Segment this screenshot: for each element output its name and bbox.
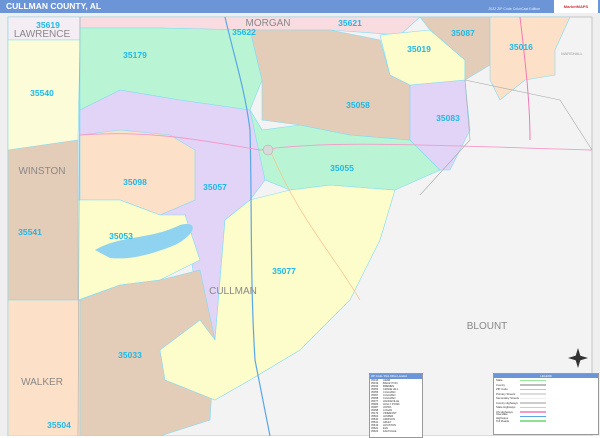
zip-label: 35504 (47, 420, 71, 430)
zip-label: 35033 (118, 350, 142, 360)
zip-label: 35053 (109, 231, 133, 241)
legend-swatch (520, 384, 546, 386)
zip-label: 35541 (18, 227, 42, 237)
legend-item-label: Primary Streets (496, 391, 516, 396)
zip-label: 35057 (203, 182, 227, 192)
county-label-marshall: MARSHALL (561, 51, 583, 56)
area-winston[interactable] (7, 139, 79, 301)
zip-label: 35087 (451, 28, 475, 38)
zip-label: 35016 (509, 42, 533, 52)
zip-code: 35622 (371, 430, 379, 433)
legend-item-label: ZIP Code (496, 387, 508, 392)
legend-item-label: Toll Roads (496, 418, 510, 423)
zip-label: 35058 (346, 100, 370, 110)
map-title: CULLMAN COUNTY, AL (6, 1, 102, 11)
legend-swatch (520, 397, 546, 399)
county-label-lawrence: LAWRENCE (14, 29, 71, 40)
zip-code-table: ZIP Code / Post Office Location 35016 ARA… (369, 373, 423, 438)
legend-swatch (520, 402, 546, 404)
publisher-logo: MarketMAPS (554, 0, 598, 13)
zip-label: 35077 (272, 266, 296, 276)
legend-item: Toll Roads (494, 419, 598, 424)
zip-label: 35019 (407, 44, 431, 54)
county-label-winston: WINSTON (18, 166, 65, 177)
zip-label: 35621 (338, 18, 362, 28)
edition-label: 2022 ZIP Code ColorCast Edition (488, 7, 540, 11)
zip-label: 35540 (30, 88, 54, 98)
zip-label: 35083 (436, 113, 460, 123)
post-office: FALKVILLE (383, 430, 397, 433)
legend-item-label: County (496, 382, 505, 387)
legend-swatch (520, 406, 546, 408)
county-label-walker: WALKER (21, 377, 63, 388)
legend-item-label: Secondary Streets (496, 396, 520, 401)
zip-label: 35098 (123, 177, 147, 187)
legend-swatch (520, 415, 546, 417)
legend-item-label: State Highways (496, 405, 516, 410)
legend-swatch (520, 411, 546, 413)
zip-label: 35055 (330, 163, 354, 173)
map-legend: LEGEND State County ZIP Code Primary Street… (493, 373, 599, 435)
county-label-morgan: MORGAN (246, 18, 291, 29)
legend-swatch (520, 388, 546, 390)
area-walker[interactable] (7, 299, 81, 436)
legend-swatch (520, 420, 546, 422)
legend-item-label: County Highways (496, 400, 518, 405)
legend-swatch (520, 379, 546, 381)
title-bar: CULLMAN COUNTY, AL 2022 ZIP Code ColorCa… (0, 0, 600, 13)
zip-label: 35179 (123, 50, 147, 60)
cullman-city-marker (262, 144, 274, 156)
legend-swatch (520, 393, 546, 395)
zip-table-row: 35622 FALKVILLE (370, 430, 422, 433)
county-label-blount: BLOUNT (467, 321, 508, 332)
county-label-cullman: CULLMAN (209, 286, 257, 297)
legend-item-label: State (496, 378, 503, 383)
